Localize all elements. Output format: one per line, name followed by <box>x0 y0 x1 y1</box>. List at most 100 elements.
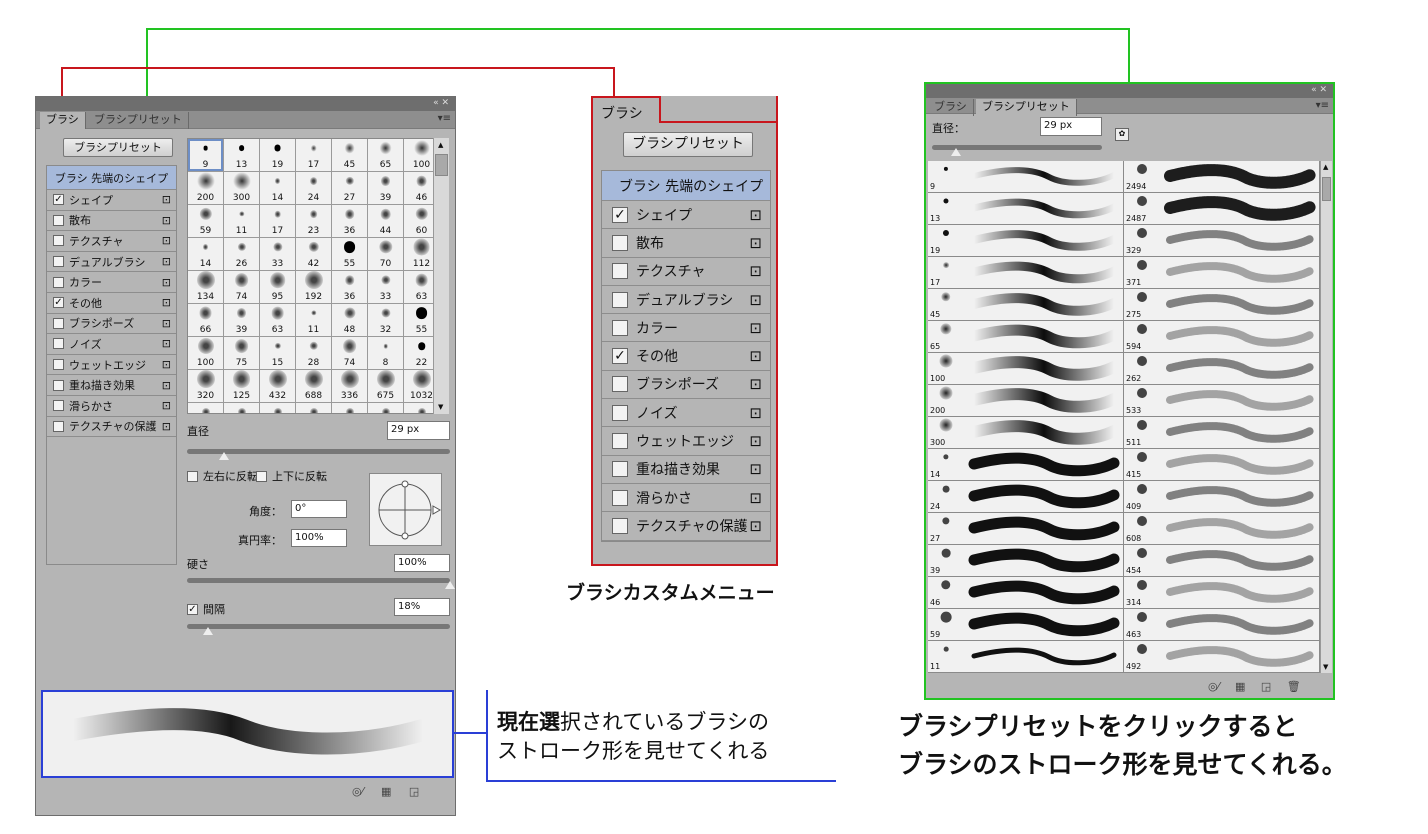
scroll-down-icon[interactable]: ▼ <box>438 403 443 411</box>
option-row[interactable]: ✓ シェイプ ⊡ <box>47 190 176 211</box>
lock-icon[interactable]: ⊡ <box>749 460 762 478</box>
brush-tip-cell[interactable]: 27 <box>332 172 367 204</box>
lock-icon[interactable]: ⊡ <box>162 358 171 371</box>
grid-scrollbar[interactable]: ▲ ▼ <box>433 138 449 414</box>
brush-tip-cell[interactable]: 39 <box>368 172 403 204</box>
brush-tip-cell[interactable]: 59 <box>188 205 223 237</box>
diameter-input[interactable]: 29 px <box>387 421 450 440</box>
brush-tip-cell[interactable]: 134 <box>188 271 223 303</box>
preset-item[interactable]: 2487 <box>1124 193 1320 224</box>
preset-row[interactable]: 14 415 <box>928 449 1320 481</box>
brush-tip-cell[interactable]: 100 <box>404 139 434 171</box>
brush-tip-cell[interactable] <box>368 403 403 413</box>
preset-item[interactable]: 415 <box>1124 449 1320 480</box>
brush-tip-cell[interactable]: 60 <box>404 205 434 237</box>
brush-tip-cell[interactable]: 192 <box>296 271 331 303</box>
option-row[interactable]: 散布 ⊡ <box>602 229 770 258</box>
lock-icon[interactable]: ⊡ <box>162 214 171 227</box>
brush-tip-cell[interactable]: 33 <box>260 238 295 270</box>
brush-tip-cell[interactable]: 66 <box>188 304 223 336</box>
lock-icon[interactable]: ⊡ <box>162 193 171 206</box>
brush-tip-cell[interactable]: 32 <box>368 304 403 336</box>
scroll-up-icon[interactable]: ▲ <box>1323 163 1328 171</box>
brush-tip-cell[interactable]: 13 <box>224 139 259 171</box>
option-row[interactable]: ノイズ ⊡ <box>47 334 176 355</box>
option-row[interactable]: カラー ⊡ <box>47 272 176 293</box>
lock-icon[interactable]: ⊡ <box>162 379 171 392</box>
brush-tip-cell[interactable]: 688 <box>296 370 331 402</box>
hardness-slider[interactable] <box>187 578 455 589</box>
angle-input[interactable]: 0° <box>291 500 347 518</box>
panel-titlebar[interactable]: « ✕ <box>926 84 1333 98</box>
option-row[interactable]: デュアルブラシ ⊡ <box>602 286 770 315</box>
scroll-thumb[interactable] <box>435 154 448 176</box>
scroll-up-icon[interactable]: ▲ <box>438 141 443 149</box>
checkbox[interactable] <box>53 420 64 432</box>
option-row[interactable]: ノイズ ⊡ <box>602 399 770 428</box>
roundness-input[interactable]: 100% <box>291 529 347 547</box>
brush-tip-cell[interactable]: 42 <box>296 238 331 270</box>
lock-icon[interactable]: ⊡ <box>162 276 171 289</box>
brush-tip-cell[interactable]: 100 <box>188 337 223 369</box>
preset-item[interactable]: 100 <box>928 353 1124 384</box>
tab-brush[interactable]: ブラシ <box>928 99 974 116</box>
preset-item[interactable]: 45 <box>928 289 1124 320</box>
checkbox[interactable]: ✓ <box>612 348 628 365</box>
preset-row[interactable]: 9 2494 <box>928 161 1320 193</box>
option-row[interactable]: ブラシポーズ ⊡ <box>47 314 176 335</box>
brush-tip-cell[interactable]: 63 <box>260 304 295 336</box>
brush-tip-cell[interactable]: 36 <box>332 271 367 303</box>
option-row[interactable]: カラー ⊡ <box>602 314 770 343</box>
diameter-input[interactable]: 29 px <box>1040 117 1102 136</box>
preset-item[interactable]: 24 <box>928 481 1124 512</box>
lock-icon[interactable]: ⊡ <box>162 255 171 268</box>
brush-tip-cell[interactable]: 200 <box>188 172 223 204</box>
brush-icon[interactable]: ◎⁄ <box>352 785 363 798</box>
scroll-thumb[interactable] <box>1322 177 1331 201</box>
preset-item[interactable]: 371 <box>1124 257 1320 288</box>
option-row[interactable]: テクスチャの保護 ⊡ <box>47 417 176 438</box>
preset-row[interactable]: 27 608 <box>928 513 1320 545</box>
brush-tip-cell[interactable]: 24 <box>296 172 331 204</box>
option-row[interactable]: ブラシポーズ ⊡ <box>602 371 770 400</box>
tab-brush[interactable]: ブラシ <box>40 112 86 129</box>
tab-brush[interactable]: ブラシ <box>591 96 661 123</box>
preset-row[interactable]: 300 511 <box>928 417 1320 449</box>
checkbox[interactable] <box>612 461 628 478</box>
tab-brush-presets[interactable]: ブラシプリセット <box>88 112 189 129</box>
checkbox[interactable]: ✓ <box>612 206 628 223</box>
preset-item[interactable]: 533 <box>1124 385 1320 416</box>
preset-item[interactable]: 409 <box>1124 481 1320 512</box>
lock-icon[interactable]: ⊡ <box>749 262 762 280</box>
brush-presets-button[interactable]: ブラシプリセット <box>623 132 753 157</box>
brush-tip-cell[interactable]: 45 <box>332 139 367 171</box>
trash-icon[interactable]: 🗑 <box>1287 680 1301 693</box>
checkbox[interactable] <box>53 379 64 391</box>
brush-tip-cell[interactable]: 336 <box>332 370 367 402</box>
checkbox[interactable] <box>53 359 64 371</box>
scroll-down-icon[interactable]: ▼ <box>1323 663 1328 671</box>
option-row[interactable]: デュアルブラシ ⊡ <box>47 252 176 273</box>
preset-item[interactable]: 59 <box>928 609 1124 640</box>
brush-tip-cell[interactable]: 55 <box>404 304 434 336</box>
preset-item[interactable]: 39 <box>928 545 1124 576</box>
panel-titlebar[interactable]: « ✕ <box>36 97 455 111</box>
checkbox[interactable] <box>612 517 628 534</box>
checkbox[interactable] <box>53 235 64 247</box>
spacing-slider[interactable] <box>187 624 450 635</box>
brush-tip-cell[interactable]: 44 <box>368 205 403 237</box>
lock-icon[interactable]: ⊡ <box>162 296 171 309</box>
checkbox[interactable] <box>53 400 64 412</box>
brush-tip-cell[interactable]: 95 <box>260 271 295 303</box>
checkbox[interactable] <box>612 263 628 280</box>
brush-presets-button[interactable]: ブラシプリセット <box>63 138 173 157</box>
brush-tip-cell[interactable]: 300 <box>224 172 259 204</box>
brush-tip-cell[interactable]: 14 <box>188 238 223 270</box>
lock-icon[interactable]: ⊡ <box>749 517 762 535</box>
slider-knob[interactable] <box>203 627 214 635</box>
preset-row[interactable]: 65 594 <box>928 321 1320 353</box>
preset-item[interactable]: 27 <box>928 513 1124 544</box>
preset-item[interactable]: 2494 <box>1124 161 1320 192</box>
checkbox[interactable] <box>612 433 628 450</box>
checkbox[interactable] <box>53 317 64 329</box>
